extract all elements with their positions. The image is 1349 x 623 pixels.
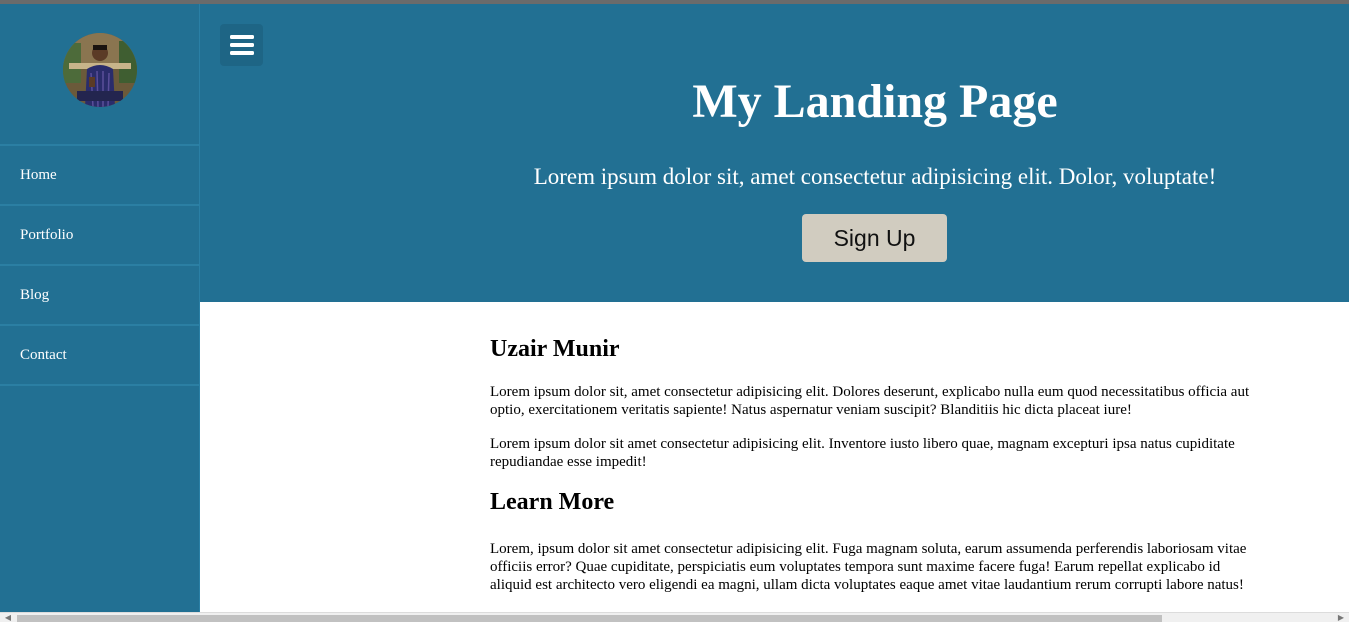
paragraph: Lorem ipsum dolor sit, amet consectetur … [490, 384, 1250, 418]
section-heading: Learn More [490, 489, 615, 515]
sidebar-item-blog[interactable]: Blog [0, 266, 199, 326]
sidebar-item-label: Contact [20, 346, 67, 363]
scrollbar-thumb[interactable] [17, 615, 1162, 622]
page-title: My Landing Page [692, 75, 1058, 128]
sidebar-item-label: Blog [20, 286, 50, 303]
avatar [62, 33, 137, 107]
sidebar-item-label: Home [20, 166, 57, 183]
section-heading: Uzair Munir [490, 336, 620, 362]
hero-header: My Landing Page Lorem ipsum dolor sit, a… [200, 4, 1349, 302]
sidebar-nav: Home Portfolio Blog Contact [0, 146, 199, 386]
paragraph: Lorem, ipsum dolor sit amet consectetur … [490, 541, 1247, 593]
avatar-section [0, 4, 199, 146]
sidebar-item-contact[interactable]: Contact [0, 326, 199, 386]
menu-toggle-button[interactable] [220, 24, 263, 66]
main-content: Uzair Munir Lorem ipsum dolor sit, amet … [490, 322, 1250, 610]
sidebar-item-home[interactable]: Home [0, 146, 199, 206]
profile-photo-icon [62, 33, 137, 107]
sign-up-button[interactable]: Sign Up [802, 214, 947, 262]
hero-subtitle: Lorem ipsum dolor sit, amet consectetur … [533, 164, 1217, 189]
hamburger-icon [229, 35, 254, 55]
sidebar-item-label: Portfolio [20, 226, 74, 243]
paragraph: Lorem ipsum dolor sit amet consectetur a… [490, 436, 1235, 470]
sidebar: Home Portfolio Blog Contact [0, 4, 200, 612]
sidebar-item-portfolio[interactable]: Portfolio [0, 206, 199, 266]
horizontal-scrollbar[interactable]: ◀ ▶ [0, 612, 1349, 622]
